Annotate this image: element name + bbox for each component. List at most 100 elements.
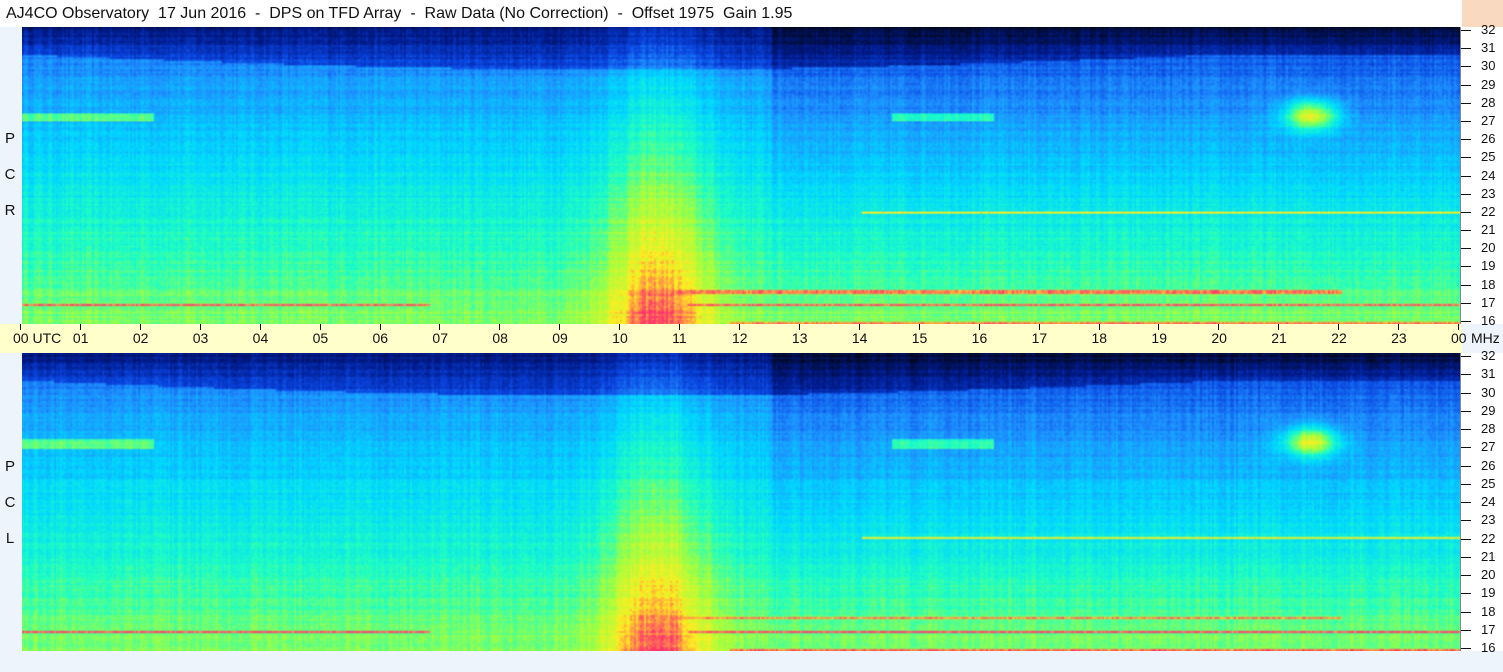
rcp-freq-label: 27 — [1481, 112, 1496, 128]
time-tick-label: 04 — [252, 330, 269, 346]
lcp-freq-label: 21 — [1481, 548, 1496, 564]
lcp-label-letter: L — [5, 530, 15, 547]
rcp-frequency-axis: 32 31 30 29 28 27 26 25 24 23 22 21 20 19 18 17 16 — [1460, 22, 1503, 328]
lcp-freq-tick — [1461, 538, 1471, 540]
time-tick-label: 15 — [911, 330, 928, 346]
time-tick-label: 22 — [1331, 330, 1347, 346]
lcp-freq-label: 28 — [1481, 421, 1496, 436]
rcp-freq-tick — [1461, 84, 1471, 86]
time-tick-label: 07 — [432, 330, 448, 346]
time-tick-label: 05 — [312, 330, 329, 346]
lcp-freq-tick — [1461, 465, 1471, 467]
time-tick-label: 19 — [1151, 330, 1167, 346]
lcp-frequency-axis: 32 31 30 29 28 27 26 25 24 23 22 21 20 19 18 17 16 — [1460, 348, 1503, 655]
time-tick-label: 01 — [72, 330, 89, 346]
lcp-freq-tick — [1461, 502, 1471, 503]
lcp-freq-label: 26 — [1481, 457, 1496, 473]
time-tick-label: 06 — [372, 330, 389, 346]
time-tick-label: 12 — [732, 330, 748, 346]
rcp-freq-label: 24 — [1481, 167, 1496, 183]
lcp-freq-tick — [1461, 575, 1471, 576]
lcp-freq-tick — [1461, 483, 1471, 485]
rcp-freq-label: 29 — [1481, 76, 1496, 92]
time-tick-label: 16 — [971, 330, 988, 346]
rcp-freq-label: 32 — [1481, 22, 1496, 37]
rcp-freq-tick — [1461, 157, 1471, 159]
lcp-freq-label: 32 — [1481, 348, 1496, 363]
rcp-spectrogram — [22, 27, 1460, 324]
time-tick-label: 21 — [1271, 330, 1287, 346]
lcp-label-letter: C — [4, 494, 16, 511]
lcp-freq-label: 24 — [1481, 494, 1496, 509]
time-axis: 00 UTC 01 02 03 04 05 06 07 08 09 10 11 12 13 14 15 16 17… — [0, 324, 1500, 353]
rcp-freq-tick — [1461, 302, 1471, 304]
lcp-freq-label: 27 — [1481, 439, 1496, 455]
lcp-freq-tick — [1461, 520, 1471, 522]
time-tick-label: 00 — [1451, 330, 1467, 346]
rcp-freq-label: 21 — [1481, 222, 1496, 238]
rcp-freq-tick — [1461, 284, 1471, 286]
rcp-label-letter: R — [4, 202, 16, 219]
rcp-freq-tick — [1461, 321, 1471, 322]
rcp-freq-label: 30 — [1481, 58, 1496, 74]
lcp-freq-tick — [1461, 556, 1471, 558]
lcp-freq-label: 18 — [1481, 603, 1496, 619]
rcp-freq-label: 17 — [1481, 294, 1496, 310]
rcp-freq-label: 28 — [1481, 94, 1496, 110]
lcp-spectrogram — [22, 353, 1460, 651]
time-tick-label: 23 — [1391, 330, 1407, 346]
time-tick-label: 00 UTC — [13, 330, 62, 346]
lcp-freq-label: 22 — [1481, 530, 1496, 546]
lcp-freq-label: 25 — [1481, 475, 1496, 491]
time-tick-label: 11 — [672, 330, 687, 346]
rcp-freq-tick — [1461, 266, 1471, 268]
rcp-freq-tick — [1461, 139, 1471, 141]
rcp-freq-tick — [1461, 120, 1471, 122]
time-tick-label: 03 — [192, 330, 209, 346]
lcp-freq-tick — [1461, 356, 1471, 357]
rcp-label-letter: C — [4, 166, 16, 183]
rcp-freq-label: 31 — [1481, 40, 1496, 56]
rcp-freq-tick — [1461, 175, 1471, 177]
lcp-freq-tick — [1461, 410, 1471, 412]
time-tick-label: 08 — [492, 330, 508, 346]
rcp-freq-label: 23 — [1481, 185, 1496, 201]
rcp-freq-tick — [1461, 211, 1471, 213]
lcp-label-letter: P — [4, 458, 15, 475]
lcp-freq-tick — [1461, 429, 1471, 430]
rcp-freq-tick — [1461, 66, 1471, 68]
time-tick-label: 17 — [1031, 330, 1048, 346]
rcp-freq-label: 19 — [1481, 258, 1496, 274]
lcp-freq-label: 16 — [1481, 640, 1496, 655]
rcp-label-letter: P — [4, 130, 15, 147]
lcp-freq-label: 30 — [1481, 384, 1496, 400]
lcp-freq-tick — [1461, 593, 1471, 595]
chart-title: AJ4CO Observatory 17 Jun 2016 - DPS on T… — [0, 0, 1462, 27]
time-tick-label: 09 — [552, 330, 568, 346]
rcp-freq-tick — [1461, 102, 1471, 104]
rcp-freq-label: 26 — [1481, 131, 1496, 147]
time-tick-label: 13 — [791, 330, 808, 346]
rcp-freq-label: 20 — [1481, 240, 1496, 256]
lcp-freq-label: 20 — [1481, 567, 1496, 582]
rcp-freq-tick — [1461, 230, 1471, 232]
lcp-freq-label: 23 — [1481, 512, 1496, 528]
rcp-freq-tick — [1461, 30, 1471, 31]
lcp-freq-label: 31 — [1481, 366, 1496, 382]
time-tick-label: 18 — [1091, 330, 1108, 346]
lcp-freq-label: 29 — [1481, 402, 1496, 418]
lcp-freq-label: 19 — [1481, 585, 1496, 601]
rcp-freq-label: 18 — [1481, 276, 1496, 292]
time-tick-label: 14 — [851, 330, 868, 346]
lcp-freq-label: 17 — [1481, 621, 1496, 637]
frequency-unit-label: MHz — [1471, 330, 1500, 346]
time-tick-label: 20 — [1211, 330, 1227, 346]
lcp-freq-tick — [1461, 648, 1471, 649]
lcp-freq-tick — [1461, 447, 1471, 449]
time-tick-label: 10 — [612, 330, 628, 346]
rcp-freq-tick — [1461, 193, 1471, 195]
rcp-freq-tick — [1461, 248, 1471, 250]
rcp-freq-tick — [1461, 48, 1471, 50]
lcp-freq-tick — [1461, 611, 1471, 613]
rcp-freq-label: 25 — [1481, 149, 1496, 165]
